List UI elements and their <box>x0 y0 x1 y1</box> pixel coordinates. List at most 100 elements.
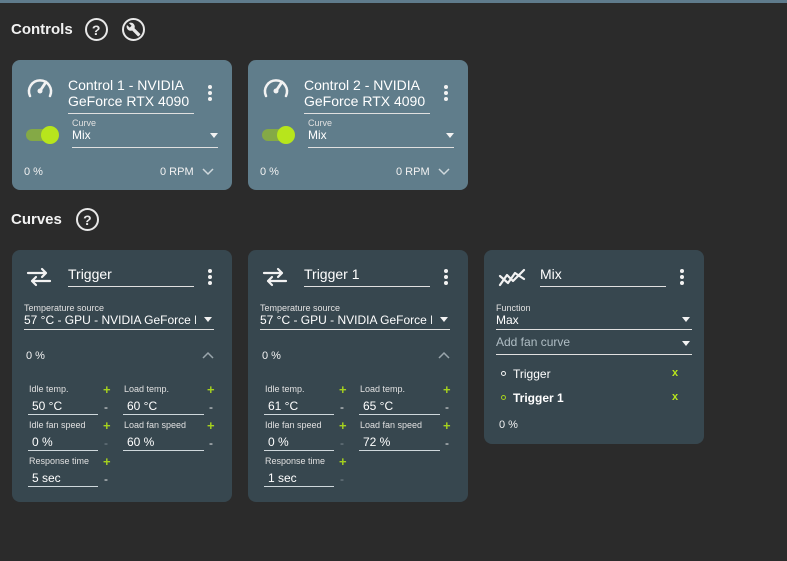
curves-header: Curves ? <box>11 208 99 231</box>
control-name-field[interactable]: Control 2 - NVIDIA GeForce RTX 4090 <box>304 77 430 114</box>
curve-value: Mix <box>308 128 327 142</box>
load-fan-input[interactable]: 60 % <box>123 435 204 451</box>
top-accent-line <box>0 0 787 3</box>
idle-fan-decrease[interactable]: - <box>104 437 108 449</box>
load-fan-increase[interactable]: + <box>207 419 215 432</box>
curves-title: Curves <box>11 211 62 228</box>
mix-chart-icon <box>498 268 526 287</box>
load-temp-input[interactable]: 60 °C <box>123 399 204 415</box>
load-temp-increase[interactable]: + <box>443 383 451 396</box>
control-enable-toggle[interactable] <box>262 126 296 144</box>
temperature-source-value: 57 °C - GPU - NVIDIA GeForce RT <box>260 313 432 327</box>
control-rpm: 0 RPM <box>396 166 430 178</box>
response-time-increase[interactable]: + <box>103 455 111 468</box>
controls-header: Controls ? <box>11 18 145 41</box>
speedometer-icon <box>263 79 289 98</box>
chevron-down-icon[interactable] <box>438 168 450 176</box>
chevron-up-icon[interactable] <box>202 351 214 359</box>
speedometer-icon <box>27 79 53 98</box>
chevron-down-icon[interactable] <box>202 168 214 176</box>
idle-temp-decrease[interactable]: - <box>340 401 344 413</box>
kebab-menu-icon[interactable] <box>208 269 212 285</box>
control-enable-toggle[interactable] <box>26 126 60 144</box>
load-fan-increase[interactable]: + <box>443 419 451 432</box>
curve-card-trigger-1: Trigger 1 Temperature source 57 °C - GPU… <box>248 250 468 502</box>
controls-settings-button[interactable] <box>121 18 145 41</box>
function-select[interactable]: Function Max <box>496 303 692 330</box>
help-icon: ? <box>91 21 101 38</box>
control-name-line2: GeForce RTX 4090 <box>304 93 426 109</box>
temperature-source-label: Temperature source <box>24 303 105 313</box>
list-bullet-icon <box>501 371 506 376</box>
function-label: Function <box>496 303 531 313</box>
control-name-line1: Control 2 - NVIDIA <box>304 77 420 93</box>
mix-item-trigger: Trigger <box>513 367 551 381</box>
idle-temp-decrease[interactable]: - <box>104 401 108 413</box>
help-icon: ? <box>83 211 92 228</box>
temperature-source-select[interactable]: Temperature source 57 °C - GPU - NVIDIA … <box>260 303 450 330</box>
kebab-menu-icon[interactable] <box>208 85 212 101</box>
load-fan-input[interactable]: 72 % <box>359 435 440 451</box>
load-fan-decrease[interactable]: - <box>445 437 449 449</box>
curve-name-field[interactable]: Mix <box>540 266 666 287</box>
caret-down-icon <box>682 317 690 322</box>
curve-label: Curve <box>72 118 97 128</box>
curve-name-field[interactable]: Trigger <box>68 266 194 287</box>
response-time-increase[interactable]: + <box>339 455 347 468</box>
curve-name: Trigger <box>68 266 112 282</box>
response-time-input[interactable]: 5 sec <box>28 471 98 487</box>
load-temp-input[interactable]: 65 °C <box>359 399 440 415</box>
load-temp-decrease[interactable]: - <box>445 401 449 413</box>
list-bullet-icon <box>501 395 506 400</box>
response-time-decrease[interactable]: - <box>104 473 108 485</box>
add-fan-curve-placeholder: Add fan curve <box>496 335 571 349</box>
caret-down-icon <box>446 133 454 138</box>
control-card-2: Control 2 - NVIDIA GeForce RTX 4090 Curv… <box>248 60 468 190</box>
idle-fan-increase[interactable]: + <box>103 419 111 432</box>
kebab-menu-icon[interactable] <box>680 269 684 285</box>
temperature-source-select[interactable]: Temperature source 57 °C - GPU - NVIDIA … <box>24 303 214 330</box>
idle-temp-input[interactable]: 50 °C <box>28 399 98 415</box>
idle-fan-decrease[interactable]: - <box>340 437 344 449</box>
curve-name: Trigger 1 <box>304 266 360 282</box>
control-name-line1: Control 1 - NVIDIA <box>68 77 184 93</box>
control-rpm: 0 RPM <box>160 166 194 178</box>
load-temp-increase[interactable]: + <box>207 383 215 396</box>
response-time-decrease[interactable]: - <box>340 473 344 485</box>
response-time-input[interactable]: 1 sec <box>264 471 334 487</box>
idle-temp-label: Idle temp. <box>265 384 305 394</box>
chevron-up-icon[interactable] <box>438 351 450 359</box>
control-curve-select[interactable]: Curve Mix <box>308 118 454 148</box>
curve-value: Mix <box>72 128 91 142</box>
control-percent: 0 % <box>260 166 279 178</box>
swap-arrows-icon <box>26 267 52 287</box>
response-time-label: Response time <box>265 456 326 466</box>
idle-fan-input[interactable]: 0 % <box>28 435 98 451</box>
control-curve-select[interactable]: Curve Mix <box>72 118 218 148</box>
load-temp-decrease[interactable]: - <box>209 401 213 413</box>
caret-down-icon <box>204 317 212 322</box>
control-card-1: Control 1 - NVIDIA GeForce RTX 4090 Curv… <box>12 60 232 190</box>
idle-temp-increase[interactable]: + <box>339 383 347 396</box>
idle-fan-increase[interactable]: + <box>339 419 347 432</box>
controls-help-button[interactable]: ? <box>84 18 108 41</box>
curves-help-button[interactable]: ? <box>75 208 99 231</box>
kebab-menu-icon[interactable] <box>444 269 448 285</box>
load-fan-decrease[interactable]: - <box>209 437 213 449</box>
kebab-menu-icon[interactable] <box>444 85 448 101</box>
controls-title: Controls <box>11 21 73 38</box>
curve-name-field[interactable]: Trigger 1 <box>304 266 430 287</box>
idle-temp-input[interactable]: 61 °C <box>264 399 334 415</box>
control-percent: 0 % <box>24 166 43 178</box>
load-fan-label: Load fan speed <box>360 420 423 430</box>
remove-trigger-1-button[interactable]: x <box>672 391 678 403</box>
idle-fan-input[interactable]: 0 % <box>264 435 334 451</box>
control-name-line2: GeForce RTX 4090 <box>68 93 190 109</box>
add-fan-curve-select[interactable]: Add fan curve <box>496 335 692 355</box>
idle-temp-increase[interactable]: + <box>103 383 111 396</box>
control-name-field[interactable]: Control 1 - NVIDIA GeForce RTX 4090 <box>68 77 194 114</box>
remove-trigger-button[interactable]: x <box>672 367 678 379</box>
response-time-label: Response time <box>29 456 90 466</box>
load-fan-label: Load fan speed <box>124 420 187 430</box>
temperature-source-label: Temperature source <box>260 303 341 313</box>
